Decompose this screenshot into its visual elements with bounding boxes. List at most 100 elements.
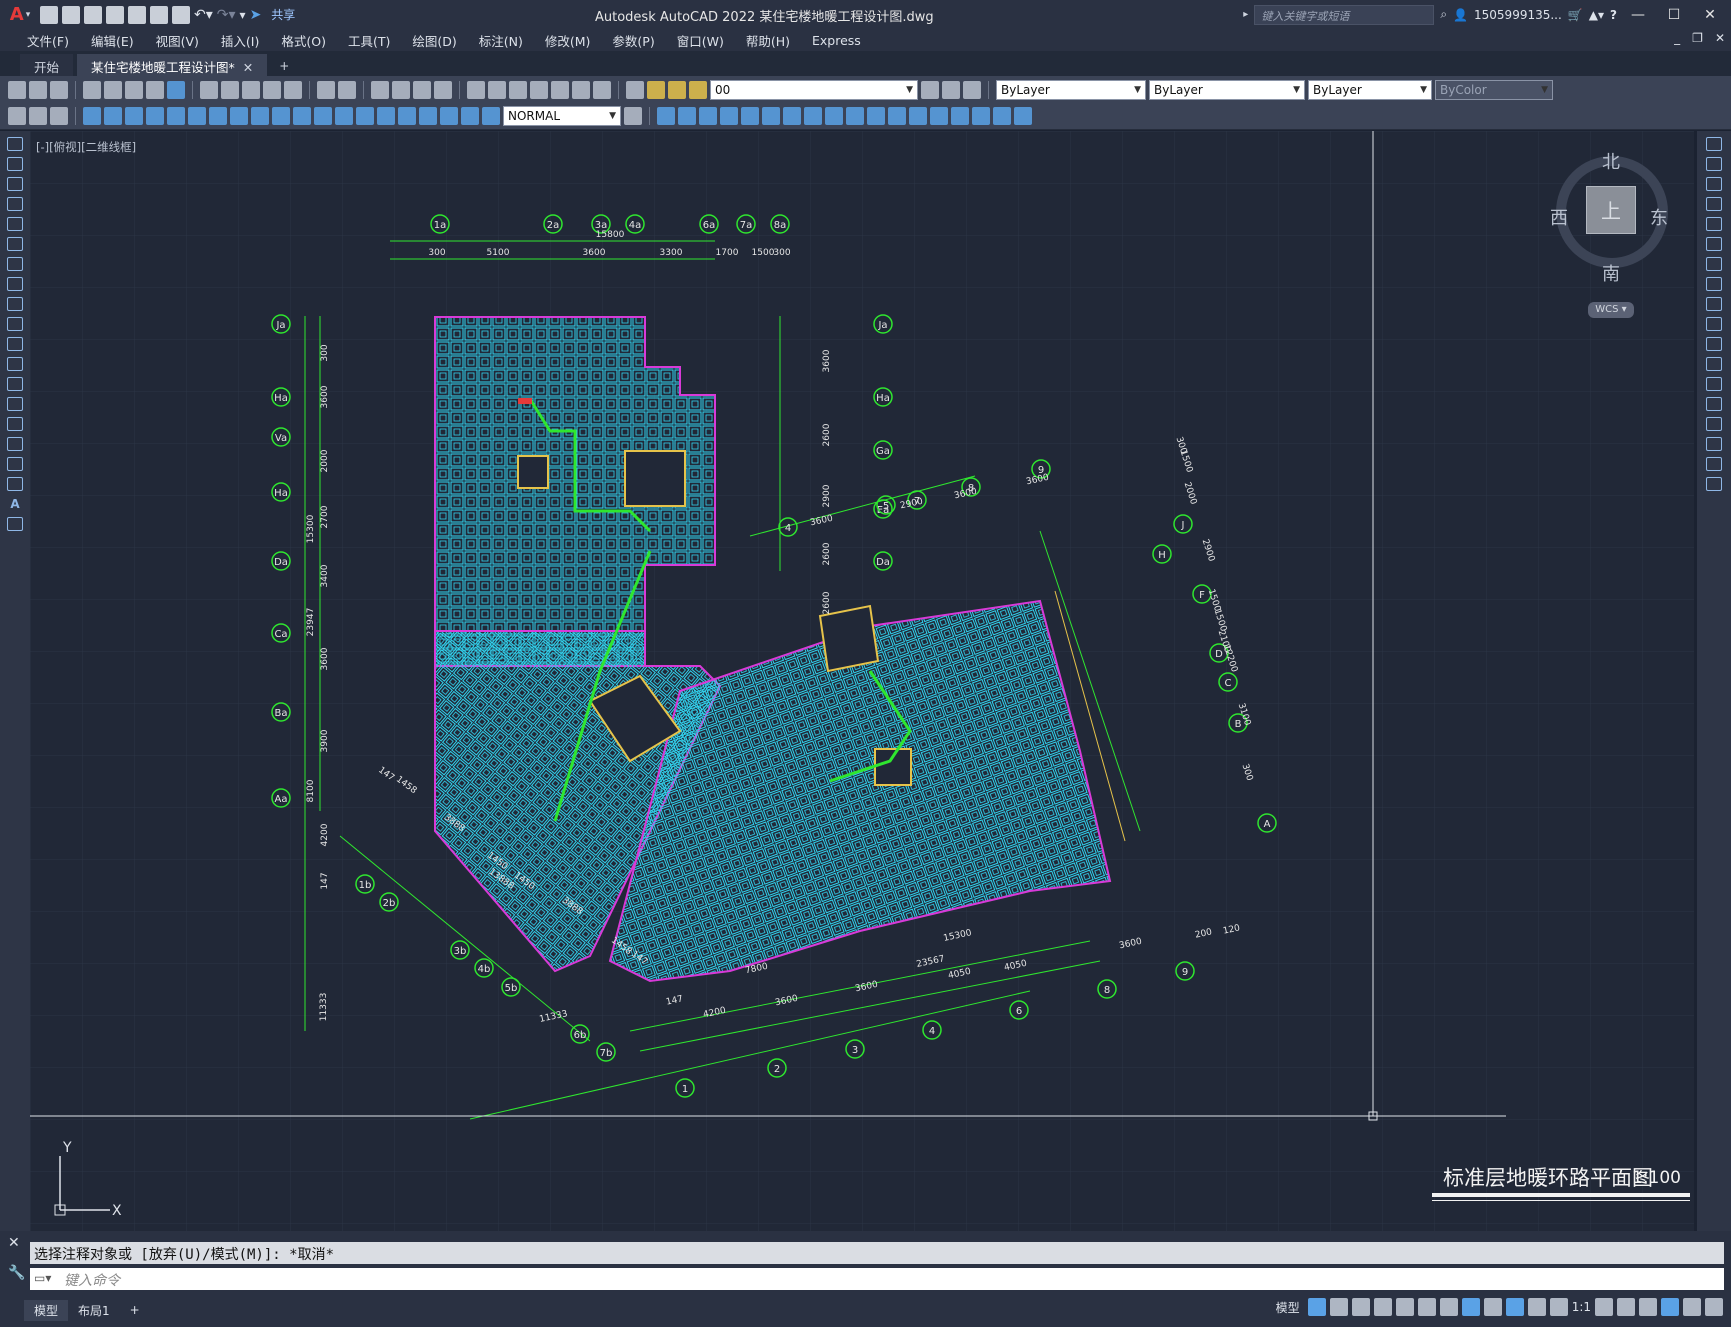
calculator-icon[interactable] bbox=[572, 80, 590, 99]
viewcube[interactable]: 上 北 南 西 东 bbox=[1550, 148, 1670, 288]
menu-item-3[interactable]: 插入(I) bbox=[210, 31, 270, 50]
share-button[interactable]: 共享 bbox=[271, 6, 295, 23]
offset-icon[interactable] bbox=[720, 107, 738, 125]
compass-east[interactable]: 东 bbox=[1650, 204, 1668, 230]
block-editor-icon[interactable] bbox=[284, 80, 302, 99]
layer-freeze-icon[interactable] bbox=[668, 80, 686, 99]
isolate-objects-icon[interactable] bbox=[1639, 1298, 1657, 1316]
tolerance-icon[interactable] bbox=[356, 107, 374, 125]
cut-icon[interactable] bbox=[200, 80, 218, 99]
fillet-icon[interactable] bbox=[1706, 437, 1722, 451]
layer-dropdown[interactable]: 00 ▼ bbox=[710, 79, 918, 100]
cart-icon[interactable]: 🛒 bbox=[1568, 8, 1583, 22]
polar-icon[interactable] bbox=[1395, 1298, 1414, 1316]
linear-dimension-icon[interactable] bbox=[83, 107, 101, 125]
break-icon[interactable] bbox=[888, 107, 906, 125]
close-tab-icon[interactable]: ✕ bbox=[243, 60, 253, 75]
layer-state-icon[interactable] bbox=[963, 80, 981, 99]
block-icon[interactable] bbox=[8, 107, 26, 125]
copy-icon[interactable] bbox=[221, 80, 239, 99]
zoom-previous-icon[interactable] bbox=[434, 80, 452, 99]
menu-item-1[interactable]: 编辑(E) bbox=[80, 31, 145, 50]
add-layout-button[interactable]: + bbox=[120, 1301, 150, 1319]
open-web-icon[interactable] bbox=[128, 5, 146, 24]
isodraft-icon[interactable] bbox=[1417, 1298, 1436, 1316]
grid-icon[interactable] bbox=[1307, 1298, 1326, 1316]
model-space-button[interactable]: 模型 bbox=[1276, 1299, 1300, 1316]
add-icon[interactable] bbox=[1617, 1298, 1635, 1316]
blend-curves-icon[interactable] bbox=[1706, 457, 1722, 471]
arc-icon[interactable] bbox=[7, 237, 23, 251]
user-icon[interactable]: 👤 bbox=[1453, 8, 1468, 22]
ordinate-icon[interactable] bbox=[146, 107, 164, 125]
drawing-canvas[interactable]: 1a 2a 3a 4a 6a 7a 8a Ja Ha Va Ha Da Ca Ba Aa Ja Ha Ga Ea Da… bbox=[30, 121, 1694, 1231]
fillet-icon[interactable] bbox=[951, 107, 969, 125]
baseline-icon[interactable] bbox=[272, 107, 290, 125]
customize-icon[interactable]: 🔧 bbox=[8, 1265, 25, 1281]
continue-icon[interactable] bbox=[293, 107, 311, 125]
tab-start[interactable]: 开始 bbox=[20, 54, 74, 76]
trim-icon[interactable] bbox=[846, 107, 864, 125]
scale-icon[interactable] bbox=[1706, 277, 1722, 291]
erase-icon[interactable] bbox=[1706, 137, 1722, 151]
linetype-dropdown[interactable]: ByLayer ▼ bbox=[1149, 79, 1305, 100]
tab-drawing[interactable]: 某住宅楼地暖工程设计图* ✕ bbox=[77, 54, 268, 76]
table-icon[interactable] bbox=[7, 477, 23, 491]
help-icon[interactable] bbox=[593, 80, 611, 99]
hatch-icon[interactable] bbox=[7, 417, 23, 431]
compass-north[interactable]: 北 bbox=[1602, 148, 1620, 174]
object-snap-icon[interactable] bbox=[1461, 1298, 1480, 1316]
rotate-icon[interactable] bbox=[783, 107, 801, 125]
autodesk-app-icon[interactable]: ▲▾ bbox=[1589, 8, 1604, 22]
break-at-point-icon[interactable] bbox=[1706, 357, 1722, 371]
explode-icon[interactable] bbox=[972, 107, 990, 125]
ortho-icon[interactable] bbox=[1373, 1298, 1392, 1316]
menu-item-7[interactable]: 标注(N) bbox=[468, 31, 534, 50]
diameter-icon[interactable] bbox=[209, 107, 227, 125]
chamfer-icon[interactable] bbox=[1706, 417, 1722, 431]
mirror-icon[interactable] bbox=[699, 107, 717, 125]
circle-icon[interactable] bbox=[7, 257, 23, 271]
add-selected-icon[interactable] bbox=[7, 517, 23, 531]
workspace-icon[interactable] bbox=[1595, 1298, 1613, 1316]
aligned-dimension-icon[interactable] bbox=[104, 107, 122, 125]
recent-commands-icon[interactable]: ▭▾ bbox=[34, 1271, 51, 1285]
save-icon[interactable] bbox=[84, 5, 102, 24]
ellipse-arc-icon[interactable] bbox=[7, 337, 23, 351]
dimension-break-icon[interactable] bbox=[335, 107, 353, 125]
menu-item-10[interactable]: 窗口(W) bbox=[666, 31, 735, 50]
erase-icon[interactable] bbox=[657, 107, 675, 125]
array-icon[interactable] bbox=[1706, 217, 1722, 231]
dimension-space-icon[interactable] bbox=[314, 107, 332, 125]
match-properties-icon[interactable] bbox=[263, 80, 281, 99]
undo-icon[interactable] bbox=[317, 80, 335, 99]
doc-minimize-icon[interactable]: _ bbox=[1674, 31, 1680, 45]
close-command-line-icon[interactable]: ✕ bbox=[8, 1235, 20, 1251]
construction-line-icon[interactable] bbox=[7, 157, 23, 171]
dimstyle-manager-icon[interactable] bbox=[624, 107, 642, 125]
region-icon[interactable] bbox=[7, 457, 23, 471]
revision-cloud-icon[interactable] bbox=[7, 277, 23, 291]
move-icon[interactable] bbox=[762, 107, 780, 125]
rectangle-icon[interactable] bbox=[7, 217, 23, 231]
object-snap-tracking-icon[interactable] bbox=[1439, 1298, 1458, 1316]
copy-icon[interactable] bbox=[1706, 157, 1722, 171]
ellipse-icon[interactable] bbox=[7, 317, 23, 331]
copy-object-icon[interactable] bbox=[678, 107, 696, 125]
point-icon[interactable] bbox=[7, 397, 23, 411]
layout1-tab[interactable]: 布局1 bbox=[68, 1300, 120, 1321]
zoom-window-icon[interactable] bbox=[413, 80, 431, 99]
trim-icon[interactable] bbox=[1706, 317, 1722, 331]
compass-south[interactable]: 南 bbox=[1602, 260, 1620, 286]
quick-dimension-icon[interactable] bbox=[251, 107, 269, 125]
viewport-controls-label[interactable]: [-][俯视][二维线框] bbox=[36, 139, 136, 155]
hardware-acceleration-icon[interactable] bbox=[1661, 1298, 1679, 1316]
menu-item-11[interactable]: 帮助(H) bbox=[735, 31, 801, 50]
center-mark-icon[interactable] bbox=[377, 107, 395, 125]
clean-screen-icon[interactable] bbox=[1683, 1298, 1701, 1316]
new-icon[interactable] bbox=[8, 80, 26, 99]
open-icon[interactable] bbox=[29, 80, 47, 99]
join-icon[interactable] bbox=[1706, 397, 1722, 411]
gradient-icon[interactable] bbox=[7, 437, 23, 451]
zoom-realtime-icon[interactable] bbox=[392, 80, 410, 99]
